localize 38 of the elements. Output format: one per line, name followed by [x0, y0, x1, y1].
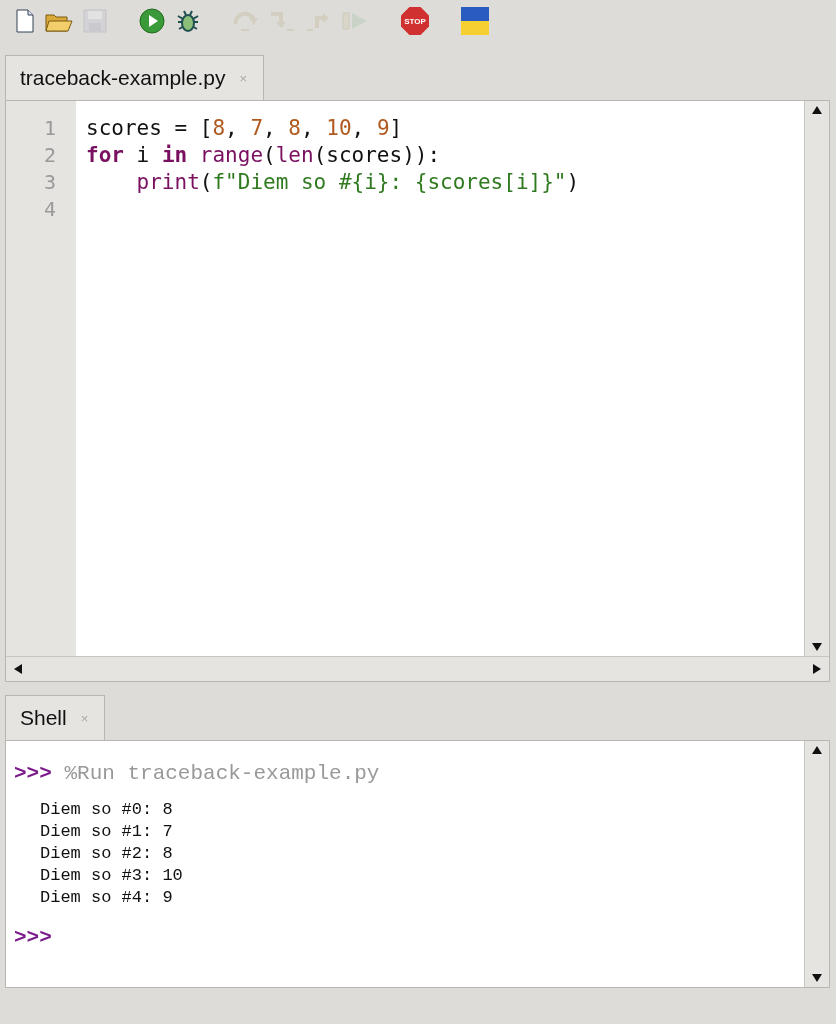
shell-prompt: >>>	[14, 926, 52, 949]
resume-icon	[341, 10, 369, 32]
file-tab-label: traceback-example.py	[20, 66, 226, 90]
scroll-left-icon[interactable]	[13, 663, 23, 675]
code-editor[interactable]: 1 2 3 4 scores = [8, 7, 8, 10, 9] for i in range(len(scores)): print(f"Diem so #{i}: {scores[i]}")	[5, 100, 830, 682]
shell-tab-label: Shell	[20, 706, 67, 730]
scroll-right-icon[interactable]	[812, 663, 822, 675]
shell-command: %Run traceback-example.py	[64, 762, 380, 785]
scroll-down-icon[interactable]	[811, 973, 823, 983]
vertical-scrollbar[interactable]	[804, 741, 829, 987]
scroll-down-icon[interactable]	[811, 642, 823, 652]
code-line: print(f"Diem so #{i}: {scores[i]}")	[135, 170, 580, 194]
scroll-up-icon[interactable]	[811, 105, 823, 115]
horizontal-scrollbar[interactable]	[6, 656, 829, 681]
line-number: 4	[42, 196, 56, 223]
step-out-icon	[305, 10, 331, 32]
shell-output-line: Diem so #4: 9	[39, 887, 174, 909]
shell-output-line: Diem so #0: 8	[39, 799, 174, 821]
shell-output-line: Diem so #3: 10	[39, 865, 184, 887]
shell-console[interactable]: >>> %Run traceback-example.py Diem so #0: 8 Diem so #1: 7 Diem so #2: 8 Diem so #3: 10 Diem so #4: 9 >>>	[5, 740, 830, 988]
code-line: scores = [8, 7, 8, 10, 9]	[86, 116, 403, 140]
line-number: 3	[42, 169, 56, 196]
flag-icon	[461, 7, 489, 35]
line-number: 1	[42, 115, 56, 142]
play-icon	[139, 8, 165, 34]
step-into-icon	[269, 10, 295, 32]
shell-prompt: >>>	[14, 762, 52, 785]
line-number: 2	[42, 142, 56, 169]
step-over-icon	[233, 10, 259, 32]
vertical-scrollbar[interactable]	[804, 101, 829, 656]
shell-tab[interactable]: Shell ×	[5, 695, 106, 740]
code-line: for i in range(len(scores)):	[86, 143, 441, 167]
bug-icon	[175, 8, 201, 34]
shell-output-line: Diem so #2: 8	[39, 843, 174, 865]
scroll-up-icon[interactable]	[811, 745, 823, 755]
document-icon	[15, 9, 35, 33]
file-tab[interactable]: traceback-example.py ×	[5, 55, 265, 100]
shell-output-line: Diem so #1: 7	[39, 821, 174, 843]
